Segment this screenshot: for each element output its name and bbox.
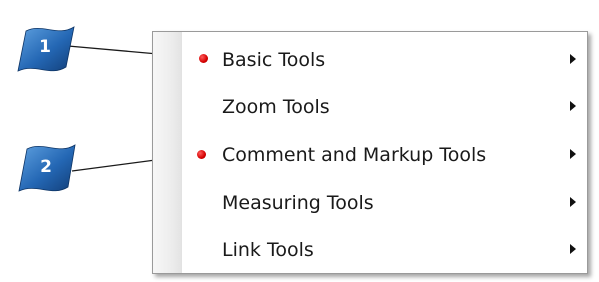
callout-bullet-1: [199, 54, 208, 63]
menu-item-link-tools[interactable]: Link Tools: [153, 226, 587, 272]
submenu-arrow-icon: [570, 54, 576, 64]
submenu-arrow-icon: [570, 244, 576, 254]
menu-item-measuring-tools[interactable]: Measuring Tools: [153, 179, 587, 225]
menu-item-label: Zoom Tools: [222, 96, 330, 118]
menu-item-comment-markup-tools[interactable]: Comment and Markup Tools: [153, 131, 587, 177]
callout-number-2: 2: [40, 157, 52, 177]
menu-item-basic-tools[interactable]: Basic Tools: [153, 36, 587, 82]
tools-context-menu: Basic Tools Zoom Tools Comment and Marku…: [152, 31, 588, 274]
menu-item-label: Link Tools: [222, 239, 314, 261]
submenu-arrow-icon: [570, 197, 576, 207]
submenu-arrow-icon: [570, 101, 576, 111]
callout-bullet-2: [197, 150, 206, 159]
menu-item-label: Basic Tools: [222, 49, 326, 71]
menu-item-zoom-tools[interactable]: Zoom Tools: [153, 83, 587, 129]
callout-number-1: 1: [39, 37, 51, 57]
submenu-arrow-icon: [570, 149, 576, 159]
menu-item-label: Measuring Tools: [222, 192, 374, 214]
menu-item-label: Comment and Markup Tools: [222, 144, 487, 166]
